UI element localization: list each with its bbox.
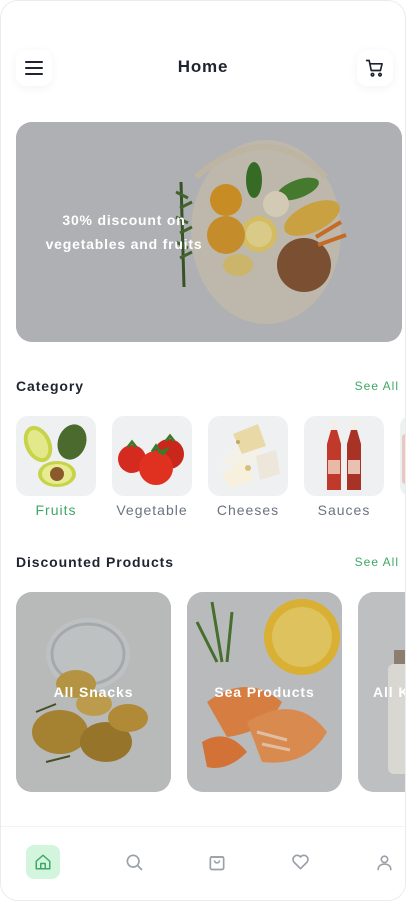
tomato-image (118, 433, 184, 485)
category-image (16, 416, 96, 496)
search-icon (126, 854, 143, 871)
sauce-bottles-image (327, 420, 361, 490)
page-title: Home (177, 57, 229, 76)
product-card-all-snacks[interactable]: All Snacks (16, 592, 171, 792)
nav-home[interactable] (26, 845, 60, 879)
product-label: Sea Products (214, 684, 315, 700)
category-image (112, 416, 192, 496)
user-icon (376, 854, 392, 870)
category-section-title: Category (16, 378, 84, 394)
cheese-image (218, 424, 280, 488)
product-label: All K (373, 684, 406, 700)
category-label: Sauces (317, 502, 371, 518)
app-screen: Home 30% discount on vegetables and frui… (0, 0, 406, 901)
category-fruits[interactable]: Fruits (16, 416, 96, 518)
category-image (400, 416, 405, 496)
nav-profile[interactable] (367, 845, 401, 879)
bag-icon (209, 856, 225, 871)
banner-text: 30% discount on vegetables and fruits (45, 212, 203, 252)
discounted-see-all-link[interactable]: See All (355, 555, 399, 569)
home-icon (35, 854, 51, 870)
product-label: All Snacks (53, 684, 134, 700)
category-see-all-link[interactable]: See All (355, 379, 399, 393)
cart-button[interactable] (357, 50, 393, 86)
category-label: Fruits (35, 502, 77, 518)
nav-bag[interactable] (200, 845, 234, 879)
nav-favorites[interactable] (283, 845, 317, 879)
category-vegetable[interactable]: Vegetable (112, 416, 192, 518)
heart-icon (291, 854, 309, 870)
category-label: Cheeses (216, 502, 280, 518)
header: Home (1, 45, 405, 91)
partial-category-image (402, 434, 405, 484)
product-card-sea-products[interactable]: Sea Products (187, 592, 342, 792)
discounted-section-title: Discounted Products (16, 554, 174, 570)
category-image (304, 416, 384, 496)
category-cheeses[interactable]: Cheeses (208, 416, 288, 518)
avocado-image (23, 424, 87, 487)
nav-search[interactable] (117, 845, 151, 879)
bottom-navigation (1, 826, 405, 900)
category-partial[interactable] (400, 416, 405, 496)
product-card-partial[interactable]: All K (358, 592, 406, 792)
category-sauces[interactable]: Sauces (304, 416, 384, 518)
category-label: Vegetable (116, 502, 188, 518)
cart-icon (365, 59, 383, 77)
category-image (208, 416, 288, 496)
promo-banner[interactable]: 30% discount on vegetables and fruits (16, 122, 402, 342)
